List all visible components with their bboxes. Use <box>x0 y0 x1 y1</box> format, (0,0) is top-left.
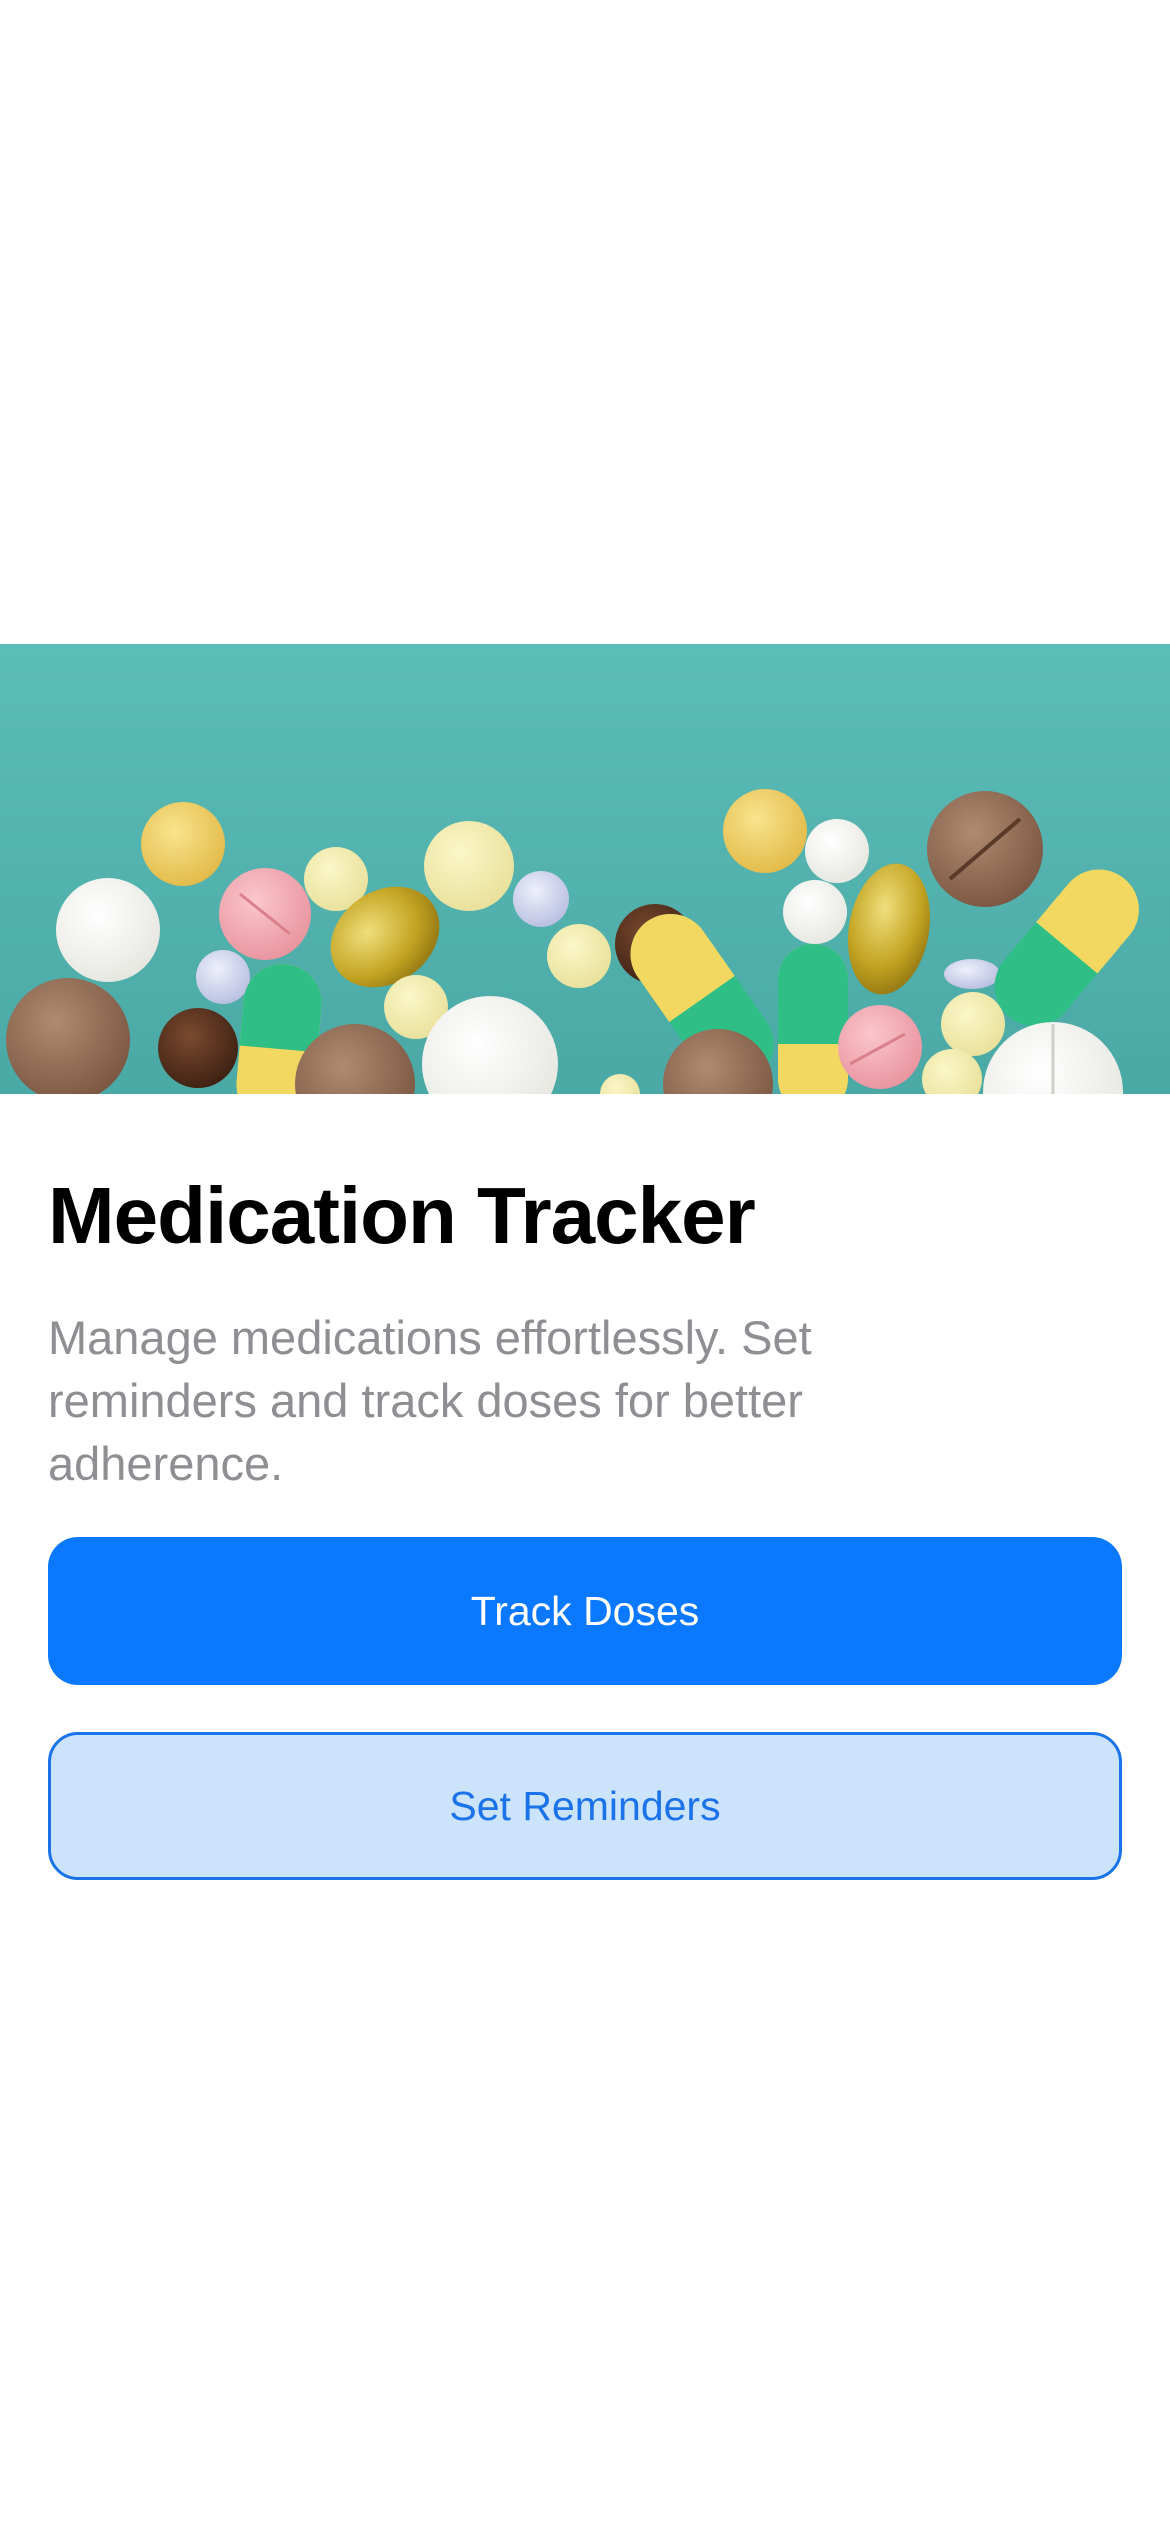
track-doses-button[interactable]: Track Doses <box>48 1537 1122 1685</box>
track-doses-label: Track Doses <box>470 1587 700 1634</box>
page-title: Medication Tracker <box>48 1171 756 1260</box>
page-description: Manage medications effortlessly. Set rem… <box>48 1311 812 1490</box>
hero-image-pills <box>0 644 1170 1094</box>
intro-section: Medication Tracker Manage medications ef… <box>48 1168 1122 1495</box>
set-reminders-button[interactable]: Set Reminders <box>48 1732 1122 1880</box>
set-reminders-label: Set Reminders <box>449 1782 721 1829</box>
